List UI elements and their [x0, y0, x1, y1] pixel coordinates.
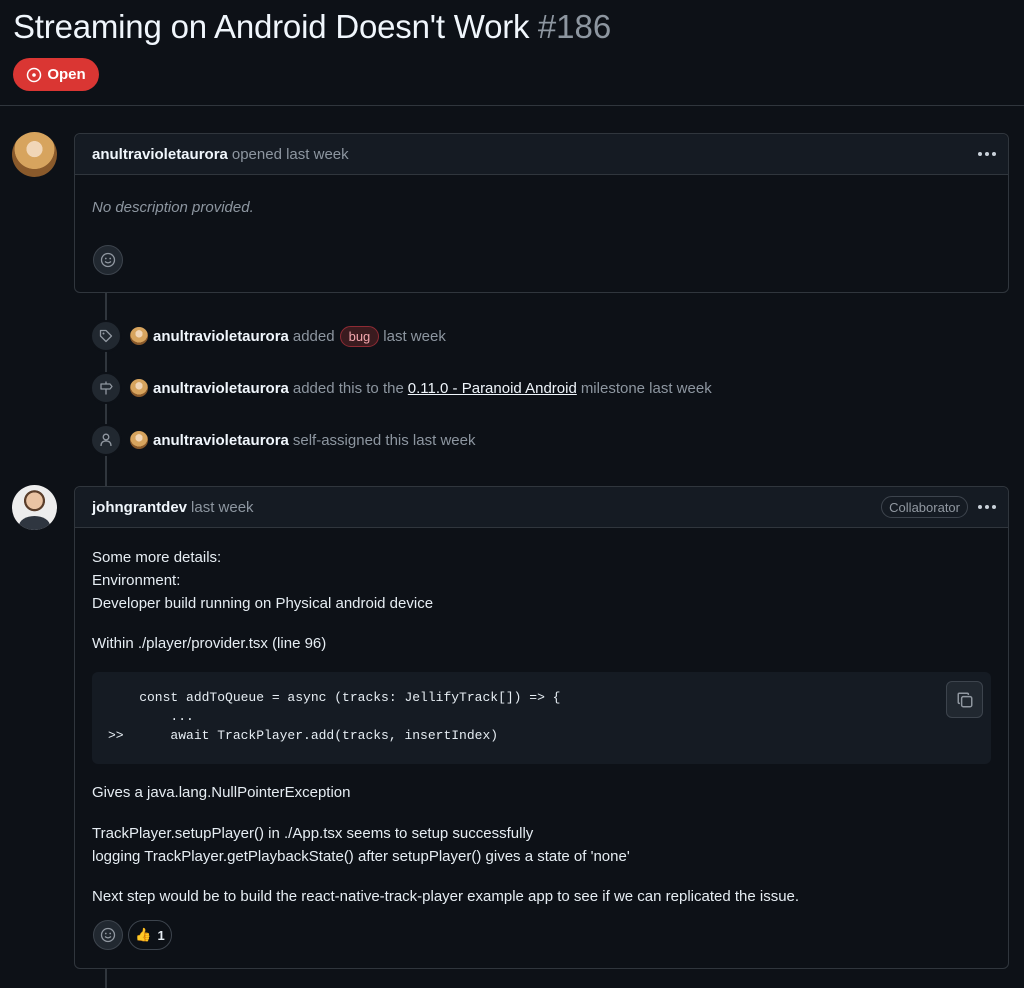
status-label: Open — [47, 66, 86, 83]
code-line: >> await TrackPlayer.add(tracks, insertI… — [108, 728, 499, 743]
add-reaction-button[interactable] — [93, 245, 123, 275]
label-bug[interactable]: bug — [339, 325, 380, 347]
status-badge: Open — [13, 58, 99, 91]
header-divider — [0, 105, 1024, 106]
timeline-event: anultravioletaurora added bug last week — [90, 320, 446, 352]
comment-body: No description provided. — [92, 199, 254, 216]
comment-author[interactable]: anultravioletaurora — [92, 146, 228, 163]
comment-text: Environment: — [92, 572, 181, 589]
event-text: self-assigned this last week — [292, 431, 476, 449]
comment-author[interactable]: johngrantdev — [92, 499, 187, 516]
comment-text: Next step would be to build the react-na… — [92, 888, 800, 905]
comment-text: Some more details: — [92, 549, 222, 566]
more-options-icon[interactable] — [976, 497, 998, 517]
code-block: const addToQueue = async (tracks: Jellif… — [92, 672, 991, 764]
milestone-icon — [90, 372, 122, 404]
comment-text: Developer build running on Physical andr… — [92, 595, 434, 612]
more-options-icon[interactable] — [976, 144, 998, 164]
comment-header: anultravioletaurora opened last week — [75, 134, 1008, 175]
code-line: const addToQueue = async (tracks: Jellif… — [108, 690, 561, 705]
code-line: ... — [108, 709, 194, 724]
timeline-line — [105, 969, 107, 988]
timeline-event: anultravioletaurora added this to the 0.… — [90, 372, 712, 404]
copy-icon — [957, 692, 972, 707]
comment-box: johngrantdev last week Collaborator Some… — [74, 486, 1009, 969]
copy-button[interactable] — [946, 681, 983, 718]
event-time: last week — [383, 327, 446, 345]
tag-icon — [90, 320, 122, 352]
smiley-icon — [100, 927, 116, 943]
collaborator-badge: Collaborator — [881, 496, 968, 518]
thumbs-up-icon: 👍 — [135, 927, 152, 942]
issue-number: #186 — [537, 8, 612, 45]
avatar[interactable] — [130, 431, 148, 449]
comment-text: logging TrackPlayer.getPlaybackState() a… — [92, 848, 630, 865]
smiley-icon — [100, 252, 116, 268]
comment-text: Within ./player/provider.tsx (line 96) — [92, 635, 327, 652]
comment-meta: last week — [191, 498, 254, 516]
event-actor[interactable]: anultravioletaurora — [153, 328, 289, 345]
event-text: added this to the — [292, 379, 404, 397]
comment-meta: opened last week — [231, 145, 349, 163]
avatar[interactable] — [130, 379, 148, 397]
add-reaction-button[interactable] — [93, 920, 123, 950]
milestone-link[interactable]: 0.11.0 - Paranoid Android — [408, 380, 577, 397]
issue-title: Streaming on Android Doesn't Work — [13, 8, 530, 45]
event-actor[interactable]: anultravioletaurora — [153, 380, 289, 397]
avatar[interactable] — [130, 327, 148, 345]
comment-header: johngrantdev last week Collaborator — [75, 487, 1008, 528]
event-text: added — [292, 327, 335, 345]
issue-open-icon — [27, 67, 42, 82]
timeline-event: anultravioletaurora self-assigned this l… — [90, 424, 475, 456]
event-actor[interactable]: anultravioletaurora — [153, 432, 289, 449]
reaction-count: 1 — [157, 927, 165, 943]
avatar[interactable] — [12, 132, 57, 177]
comment-box: anultravioletaurora opened last week No … — [74, 133, 1009, 293]
issue-title-row: Streaming on Android Doesn't Work #186 — [13, 8, 611, 46]
event-time: milestone last week — [580, 379, 712, 397]
comment-text: TrackPlayer.setupPlayer() in ./App.tsx s… — [92, 825, 534, 842]
comment-text: Gives a java.lang.NullPointerException — [92, 784, 351, 801]
person-icon — [90, 424, 122, 456]
avatar[interactable] — [12, 485, 57, 530]
thumbs-up-reaction[interactable]: 👍 1 — [128, 920, 172, 950]
